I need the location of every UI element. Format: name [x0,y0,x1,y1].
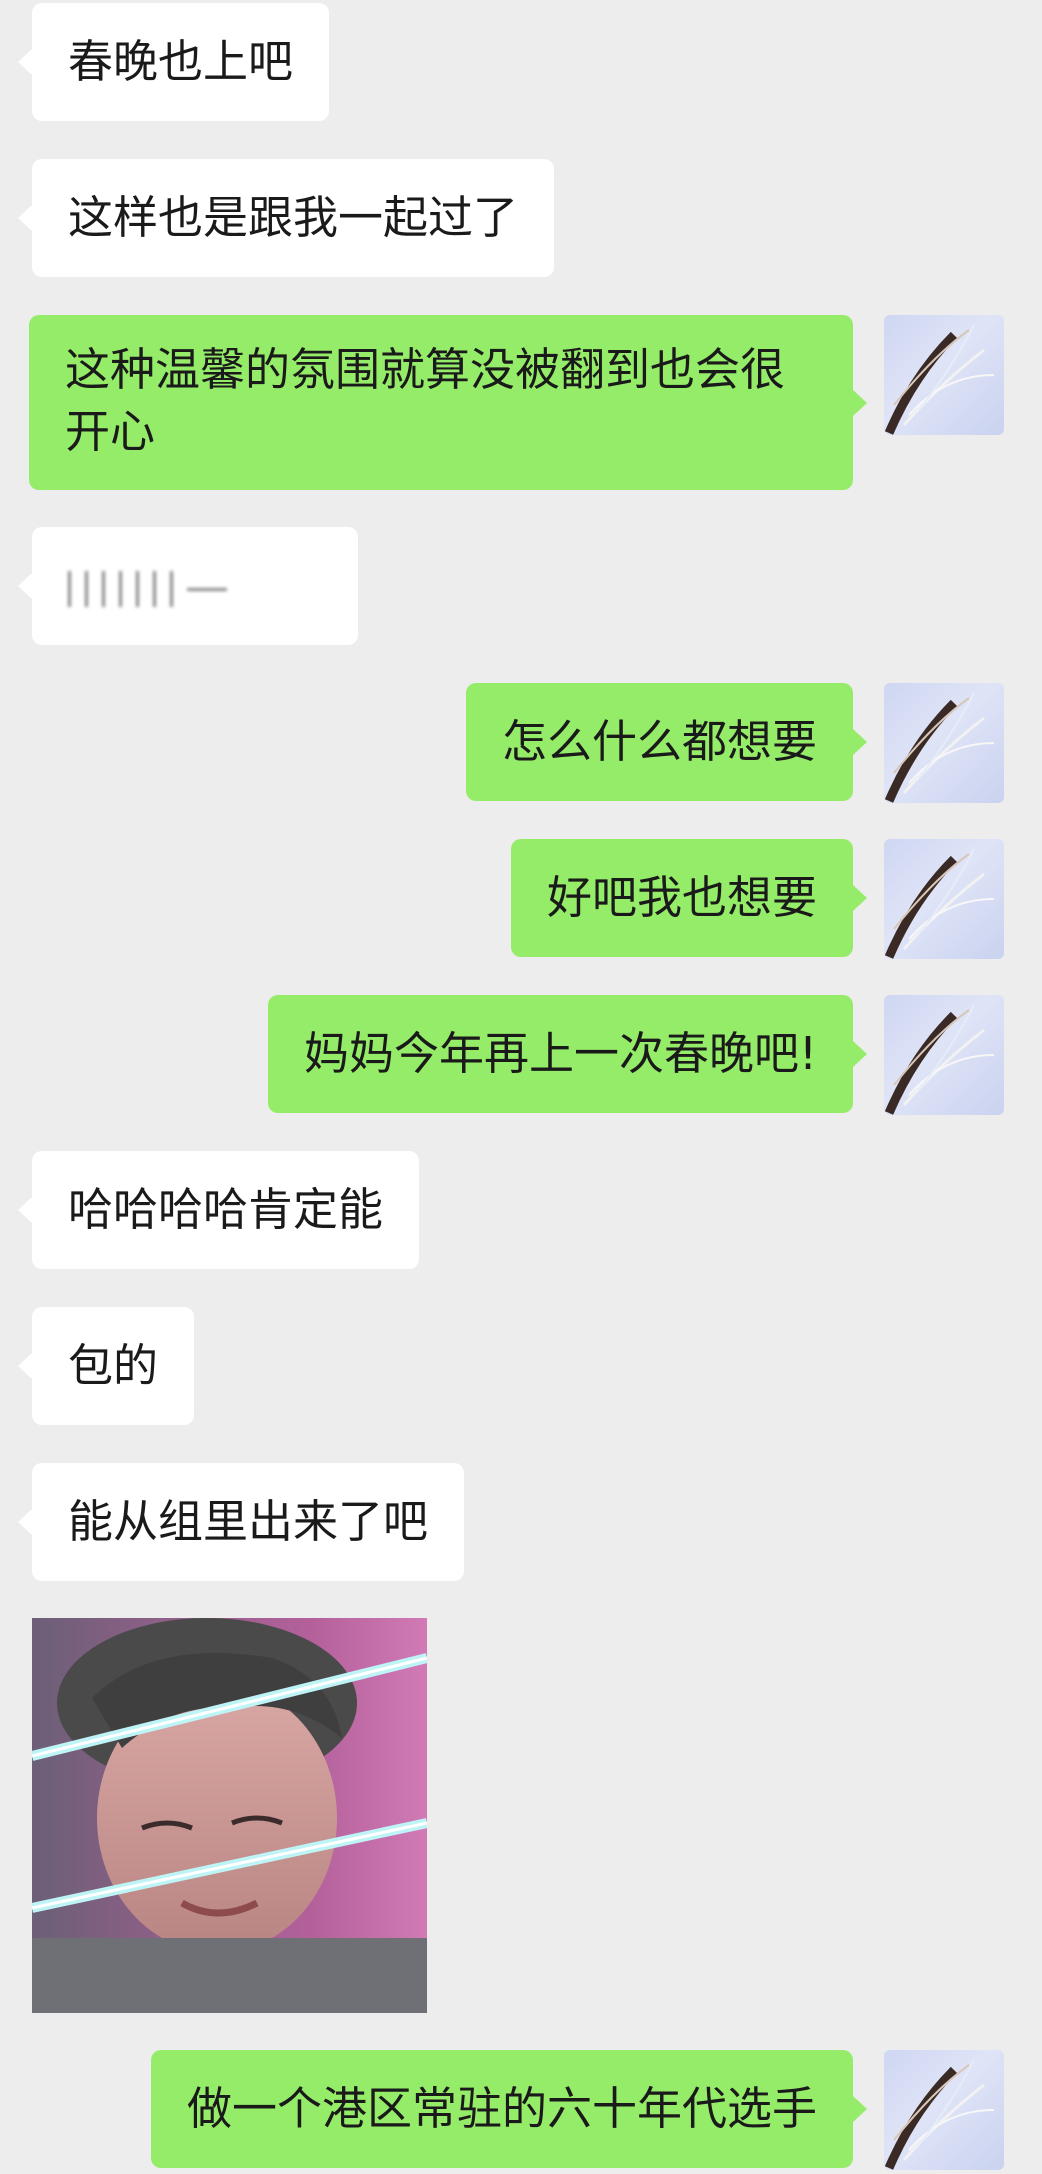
avatar-image [884,324,995,435]
message-bubble-outgoing[interactable]: 这种温馨的氛围就算没被翻到也会很开心 [29,315,867,490]
message-bubble-incoming[interactable]: 包的 [17,1307,195,1425]
message-bubble-outgoing[interactable]: 妈妈今年再上一次春晚吧! [267,995,868,1113]
user-avatar-icon[interactable] [884,839,1004,959]
message-bubble-outgoing[interactable]: 做一个港区常驻的六十年代选手 [150,2050,868,2168]
avatar-image [884,848,995,959]
user-avatar-icon[interactable] [884,995,1004,1115]
message-bubble-incoming[interactable]: 这样也是跟我一起过了 [17,159,555,277]
message-bubble-incoming-blurred[interactable] [18,527,358,645]
message-bubble-outgoing[interactable]: 好吧我也想要 [510,839,868,957]
avatar-image [884,1004,995,1115]
avatar-image [884,692,995,803]
user-avatar-icon[interactable] [884,2050,1004,2170]
avatar-image [884,2059,995,2170]
photo-image [32,1618,427,2013]
message-bubble-outgoing[interactable]: 怎么什么都想要 [465,683,868,801]
photo-message[interactable] [32,1618,427,2013]
message-bubble-incoming[interactable]: 哈哈哈哈肯定能 [17,1151,420,1269]
user-avatar-icon[interactable] [884,315,1004,435]
message-bubble-incoming[interactable]: 春晚也上吧 [17,3,330,121]
message-bubble-incoming[interactable]: 能从组里出来了吧 [17,1463,465,1581]
user-avatar-icon[interactable] [884,683,1004,803]
blurred-content [68,555,241,617]
